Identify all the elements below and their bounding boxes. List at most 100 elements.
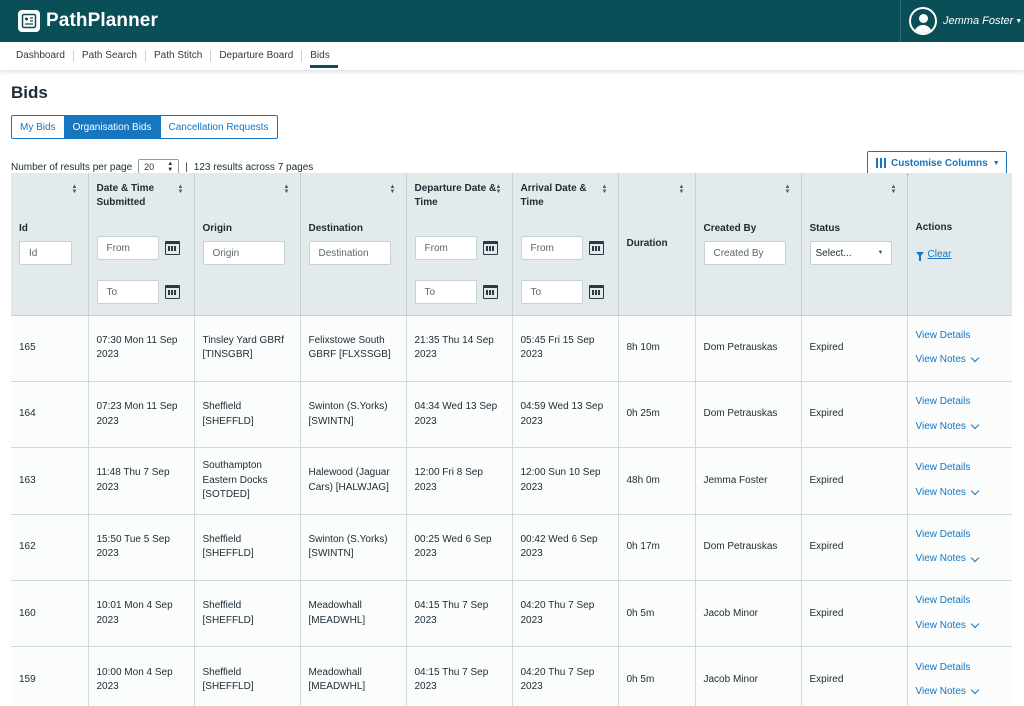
col-created-by-label: Created By — [703, 223, 757, 234]
sort-icon[interactable]: ▲ ▼ — [679, 184, 685, 195]
calendar-icon[interactable] — [588, 285, 604, 299]
departure-to-input[interactable]: To — [414, 280, 477, 304]
view-notes-toggle[interactable]: View Notes — [916, 685, 1005, 700]
cell-origin-line: [SHEFFLD] — [202, 614, 254, 626]
destination-filter-input[interactable]: Destination — [308, 241, 391, 265]
cell-duration: 0h 5m — [618, 580, 696, 648]
table-row[interactable]: 164 07:23 Mon 11 Sep 2023 Sheffield [SHEFFLD… — [11, 381, 1012, 449]
cell-origin-line: [SHEFFLD] — [202, 681, 254, 693]
departure-from-input[interactable]: From — [414, 236, 477, 260]
cell-duration: 48h 0m — [618, 447, 696, 515]
table-row[interactable]: 165 07:30 Mon 11 Sep 2023 Tinsley Yard GBRf… — [11, 315, 1012, 382]
filter-icon — [915, 252, 924, 261]
id-filter-input[interactable]: Id — [19, 241, 72, 265]
calendar-icon[interactable] — [482, 241, 498, 255]
cell-departure-line: 2023 — [414, 681, 437, 693]
created-by-filter-input[interactable]: Created By — [703, 241, 786, 265]
tab-organisation-bids[interactable]: Organisation Bids — [64, 115, 161, 139]
nav-departure-board[interactable]: Departure Board — [211, 50, 303, 62]
cell-destination-line: Meadowhall — [308, 600, 362, 612]
cell-origin: Sheffield [SHEFFLD] — [194, 646, 301, 706]
view-details-link[interactable]: View Details — [916, 395, 1005, 410]
divider: | — [185, 161, 188, 173]
cell-arrival-line: 2023 — [520, 681, 543, 693]
view-details-link[interactable]: View Details — [916, 594, 1005, 609]
submitted-to-input[interactable]: To — [96, 280, 159, 304]
page-title: Bids — [11, 83, 48, 102]
user-avatar-icon — [909, 7, 937, 35]
cell-destination-line: Swinton (S.Yorks) — [308, 533, 388, 545]
clear-filters-button[interactable]: Clear — [915, 249, 951, 261]
cell-arrival-line: 2023 — [520, 614, 543, 626]
cell-destination-line: Swinton (S.Yorks) — [308, 401, 388, 413]
chevron-down-icon — [970, 686, 980, 695]
table-row[interactable]: 163 11:48 Thu 7 Sep 2023 Southampton Eastern… — [11, 447, 1012, 515]
status-filter-value: Select... — [815, 247, 852, 259]
cell-destination: Swinton (S.Yorks) [SWINTN] — [300, 514, 407, 582]
nav-path-stitch[interactable]: Path Stitch — [146, 50, 212, 62]
table-row[interactable]: 160 10:01 Mon 4 Sep 2023 Sheffield [SHEFFLD]… — [11, 580, 1012, 648]
cell-status: Expired — [801, 381, 908, 449]
cell-destination-line: GBRF [FLXSSGB] — [308, 349, 391, 361]
sort-icon[interactable]: ▲ ▼ — [390, 184, 396, 195]
view-details-link[interactable]: View Details — [916, 661, 1005, 676]
cell-origin-line: Eastern Docks — [202, 474, 268, 486]
cell-destination-line: [MEADWHL] — [308, 614, 366, 626]
view-details-link[interactable]: View Details — [916, 329, 1005, 344]
cell-destination-line: Cars) [HALWJAG] — [308, 481, 389, 493]
cell-departure: 21:35 Thu 14 Sep 2023 — [406, 315, 513, 382]
cell-departure-line: 2023 — [414, 349, 437, 361]
cell-status: Expired — [801, 580, 908, 648]
cell-arrival-line: 2023 — [520, 481, 543, 493]
origin-filter-input[interactable]: Origin — [202, 241, 285, 265]
cell-origin-line: Sheffield — [202, 533, 242, 545]
sort-icon[interactable]: ▲ ▼ — [72, 184, 78, 195]
view-details-link[interactable]: View Details — [916, 461, 1005, 476]
view-notes-toggle[interactable]: View Notes — [916, 353, 1005, 368]
customise-columns-button[interactable]: Customise Columns ▼ — [867, 151, 1007, 175]
nav-path-search[interactable]: Path Search — [74, 50, 146, 62]
sub-navigation: Dashboard Path Search Path Stitch Depart… — [0, 42, 1024, 70]
calendar-icon[interactable] — [482, 285, 498, 299]
view-notes-label: View Notes — [915, 619, 966, 631]
view-notes-toggle[interactable]: View Notes — [916, 486, 1005, 501]
arrival-from-input[interactable]: From — [520, 236, 583, 260]
submitted-from-input[interactable]: From — [96, 236, 159, 260]
sort-icon[interactable]: ▲ ▼ — [178, 184, 184, 195]
view-notes-toggle[interactable]: View Notes — [916, 552, 1005, 567]
nav-bids[interactable]: Bids — [302, 50, 339, 68]
cell-departure: 04:15 Thu 7 Sep 2023 — [406, 646, 513, 706]
view-notes-label: View Notes — [915, 486, 966, 498]
sort-icon[interactable]: ▲ ▼ — [785, 184, 791, 195]
brand[interactable]: PathPlanner — [18, 10, 158, 32]
sort-icon[interactable]: ▲ ▼ — [602, 184, 608, 195]
cell-arrival-line: 00:42 Wed 6 Sep — [520, 533, 598, 545]
arrival-to-input[interactable]: To — [520, 280, 583, 304]
user-menu[interactable]: Jemma Foster ▼ — [900, 0, 1024, 42]
cell-actions: View Details View Notes — [907, 580, 1012, 648]
cell-arrival-line: 04:59 Wed 13 Sep — [520, 401, 604, 413]
tab-my-bids[interactable]: My Bids — [11, 115, 65, 139]
cell-origin-line: [SOTDED] — [202, 489, 250, 501]
cell-arrival-line: 04:20 Thu 7 Sep — [520, 600, 595, 612]
view-notes-toggle[interactable]: View Notes — [916, 619, 1005, 634]
calendar-icon[interactable] — [164, 241, 180, 255]
sort-icon[interactable]: ▲ ▼ — [891, 184, 897, 195]
tab-cancellation-requests[interactable]: Cancellation Requests — [160, 115, 278, 139]
cell-origin-line: Sheffield — [202, 666, 242, 678]
view-details-link[interactable]: View Details — [916, 528, 1005, 543]
cell-origin-line: Sheffield — [202, 600, 242, 612]
cell-submitted-line: 07:23 Mon 11 Sep — [96, 401, 178, 413]
calendar-icon[interactable] — [164, 285, 180, 299]
calendar-icon[interactable] — [588, 241, 604, 255]
sort-icon[interactable]: ▲ ▼ — [284, 184, 290, 195]
nav-dashboard[interactable]: Dashboard — [16, 50, 74, 62]
col-id-label: Id — [19, 223, 28, 234]
status-filter-select[interactable]: Select... ▼ — [809, 241, 892, 265]
col-origin-label: Origin — [202, 223, 232, 234]
table-row[interactable]: 162 15:50 Tue 5 Sep 2023 Sheffield [SHEFFLD]… — [11, 514, 1012, 582]
cell-created-by: Jacob Minor — [695, 646, 802, 706]
cell-origin: Tinsley Yard GBRf [TINSGBR] — [194, 315, 301, 382]
table-row[interactable]: 159 10:00 Mon 4 Sep 2023 Sheffield [SHEFFLD]… — [11, 646, 1012, 706]
view-notes-toggle[interactable]: View Notes — [916, 420, 1005, 435]
